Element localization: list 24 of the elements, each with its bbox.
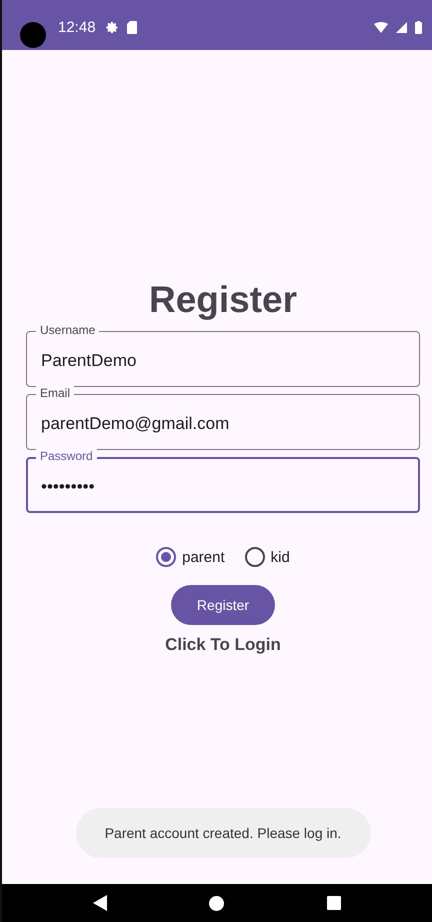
gear-icon [106, 21, 119, 34]
text-field[interactable]: Email parentDemo@gmail.com [26, 386, 420, 450]
field-value: ••••••••• [41, 477, 95, 497]
home-icon[interactable] [209, 896, 224, 910]
text-field[interactable]: Password ••••••••• [26, 449, 420, 513]
recents-icon[interactable] [326, 896, 341, 910]
clock: 12:48 [58, 19, 96, 36]
text-field[interactable]: Username ParentDemo [26, 323, 420, 387]
camera-cutout [20, 22, 46, 48]
radio-button[interactable] [156, 547, 176, 567]
back-icon[interactable] [93, 895, 108, 911]
sd-card-icon [126, 21, 137, 34]
page-title: Register [148, 278, 298, 322]
register-button[interactable]: Register [171, 585, 275, 625]
toast-message: Parent account created. Please log in. [76, 808, 370, 858]
radio-button[interactable] [244, 547, 265, 567]
field-value: parentDemo@gmail.com [41, 414, 230, 434]
radio-label[interactable]: kid [270, 548, 290, 566]
radio-label[interactable]: parent [182, 548, 225, 566]
battery-icon [415, 21, 422, 34]
signal-icon [396, 22, 407, 33]
wifi-icon [374, 22, 388, 33]
field-value: ParentDemo [41, 351, 136, 371]
login-link[interactable]: Click To Login [165, 635, 281, 655]
